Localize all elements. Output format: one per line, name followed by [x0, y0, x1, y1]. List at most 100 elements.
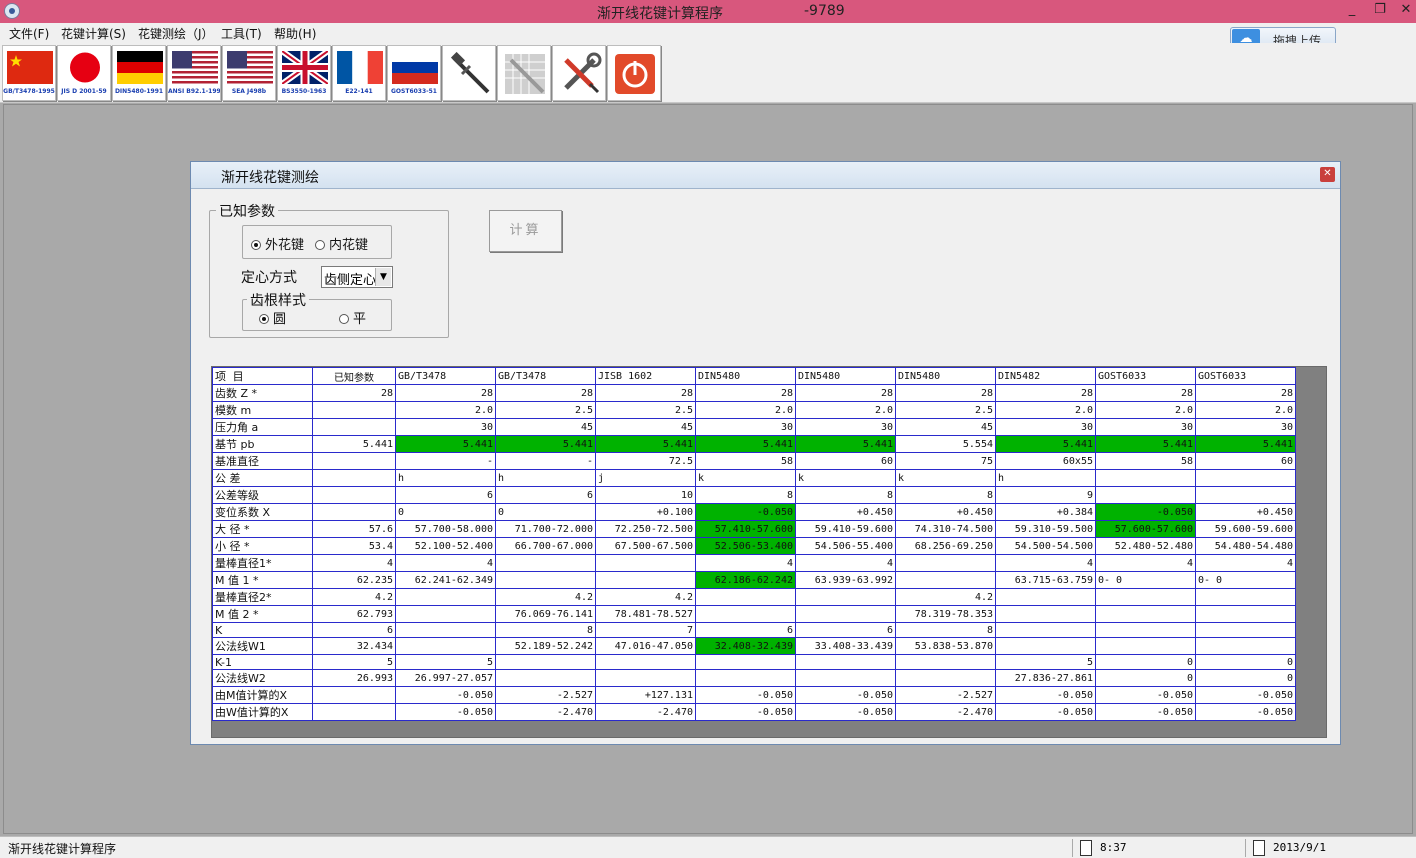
table-cell[interactable]: 0- 0 — [1095, 571, 1196, 589]
table-cell[interactable]: 28 — [695, 384, 796, 402]
table-cell[interactable] — [795, 605, 896, 623]
table-cell[interactable]: -0.050 — [1095, 686, 1196, 704]
table-cell[interactable]: -0.050 — [795, 703, 896, 721]
table-cell[interactable] — [995, 605, 1096, 623]
table-cell[interactable]: 78.481-78.527 — [595, 605, 696, 623]
france-standard-button[interactable]: E22-141 — [332, 45, 386, 101]
table-cell[interactable]: 33.408-33.439 — [795, 637, 896, 655]
table-cell[interactable]: 6 — [395, 486, 496, 504]
table-cell[interactable]: 72.250-72.500 — [595, 520, 696, 538]
table-cell[interactable] — [395, 588, 496, 606]
table-cell[interactable] — [1195, 486, 1296, 504]
germany-standard-button[interactable]: DIN5480-1991 — [112, 45, 166, 101]
table-cell[interactable]: j — [595, 469, 696, 487]
table-cell[interactable] — [795, 588, 896, 606]
table-cell[interactable] — [795, 669, 896, 687]
table-cell[interactable]: 2.0 — [1095, 401, 1196, 419]
table-cell[interactable]: 52.189-52.242 — [495, 637, 596, 655]
table-cell[interactable]: 8 — [495, 622, 596, 638]
table-cell[interactable]: 59.410-59.600 — [795, 520, 896, 538]
table-cell[interactable]: -0.050 — [395, 686, 496, 704]
table-cell[interactable] — [395, 605, 496, 623]
table-cell[interactable]: 4 — [695, 554, 796, 572]
table-cell[interactable] — [995, 622, 1096, 638]
calculate-button[interactable]: 计算 — [489, 210, 562, 252]
table-cell[interactable]: 5 — [395, 654, 496, 670]
table-cell[interactable]: 58 — [695, 452, 796, 470]
table-cell[interactable]: 62.235 — [312, 571, 396, 589]
table-cell[interactable] — [1095, 622, 1196, 638]
table-cell[interactable]: 2.0 — [795, 401, 896, 419]
table-cell[interactable]: -2.470 — [495, 703, 596, 721]
menu-spline-survey[interactable]: 花键测绘（J） — [138, 25, 214, 42]
table-cell[interactable] — [312, 469, 396, 487]
table-cell[interactable] — [895, 669, 996, 687]
table-cell[interactable] — [695, 588, 796, 606]
table-cell[interactable] — [1095, 469, 1196, 487]
table-cell[interactable]: 30 — [995, 418, 1096, 436]
table-cell[interactable]: -0.050 — [995, 703, 1096, 721]
grid-tool-button[interactable] — [497, 45, 551, 101]
table-cell[interactable]: 6 — [695, 622, 796, 638]
table-cell[interactable]: 59.310-59.500 — [995, 520, 1096, 538]
table-cell[interactable] — [495, 554, 596, 572]
table-cell[interactable] — [695, 669, 796, 687]
table-cell[interactable]: h — [495, 469, 596, 487]
caliper-tool-button[interactable] — [442, 45, 496, 101]
table-cell[interactable]: 28 — [895, 384, 996, 402]
table-cell[interactable]: 26.997-27.057 — [395, 669, 496, 687]
table-cell[interactable]: 54.500-54.500 — [995, 537, 1096, 555]
table-cell[interactable]: 10 — [595, 486, 696, 504]
table-cell[interactable]: -0.050 — [1095, 703, 1196, 721]
table-cell[interactable] — [795, 654, 896, 670]
table-cell[interactable] — [895, 571, 996, 589]
table-cell[interactable] — [312, 703, 396, 721]
table-cell[interactable]: - — [495, 452, 596, 470]
table-cell[interactable]: 0 — [1195, 654, 1296, 670]
table-cell[interactable]: 75 — [895, 452, 996, 470]
table-cell[interactable]: -0.050 — [1195, 703, 1296, 721]
internal-spline-radio[interactable]: 内花键 — [315, 234, 368, 253]
restore-icon[interactable]: ❐ — [1366, 0, 1394, 23]
table-cell[interactable]: 5.441 — [795, 435, 896, 453]
table-cell[interactable] — [312, 418, 396, 436]
table-cell[interactable]: 30 — [395, 418, 496, 436]
table-cell[interactable]: 62.793 — [312, 605, 396, 623]
table-cell[interactable]: +0.450 — [895, 503, 996, 521]
table-cell[interactable]: 0 — [1095, 654, 1196, 670]
table-cell[interactable]: 5.441 — [495, 435, 596, 453]
menu-help[interactable]: 帮助(H) — [274, 25, 316, 42]
root-round-radio[interactable]: 圆 — [259, 308, 286, 327]
table-cell[interactable] — [495, 669, 596, 687]
table-cell[interactable]: 0- 0 — [1195, 571, 1296, 589]
table-cell[interactable]: 2.5 — [595, 401, 696, 419]
app-icon[interactable] — [4, 3, 20, 19]
table-cell[interactable] — [595, 554, 696, 572]
table-cell[interactable]: 62.186-62.242 — [695, 571, 796, 589]
table-cell[interactable]: 6 — [795, 622, 896, 638]
table-cell[interactable]: 28 — [312, 384, 396, 402]
table-cell[interactable] — [995, 637, 1096, 655]
table-cell[interactable]: h — [995, 469, 1096, 487]
table-cell[interactable]: -2.527 — [895, 686, 996, 704]
table-cell[interactable]: 0 — [395, 503, 496, 521]
table-cell[interactable]: 4 — [1195, 554, 1296, 572]
table-cell[interactable]: 53.4 — [312, 537, 396, 555]
table-cell[interactable]: 60x55 — [995, 452, 1096, 470]
table-cell[interactable]: 4 — [312, 554, 396, 572]
table-cell[interactable] — [1195, 588, 1296, 606]
table-cell[interactable]: 4.2 — [312, 588, 396, 606]
tools-settings-button[interactable] — [552, 45, 606, 101]
table-cell[interactable]: -0.050 — [695, 503, 796, 521]
table-cell[interactable]: 5.441 — [1095, 435, 1196, 453]
table-cell[interactable]: 52.480-52.480 — [1095, 537, 1196, 555]
table-cell[interactable] — [1195, 637, 1296, 655]
table-cell[interactable]: 4 — [395, 554, 496, 572]
table-cell[interactable]: 2.5 — [895, 401, 996, 419]
table-cell[interactable]: h — [395, 469, 496, 487]
table-cell[interactable]: 0 — [1095, 669, 1196, 687]
table-cell[interactable]: 7 — [595, 622, 696, 638]
root-flat-radio[interactable]: 平 — [339, 308, 366, 327]
table-cell[interactable]: -0.050 — [1195, 686, 1296, 704]
table-cell[interactable]: 52.100-52.400 — [395, 537, 496, 555]
